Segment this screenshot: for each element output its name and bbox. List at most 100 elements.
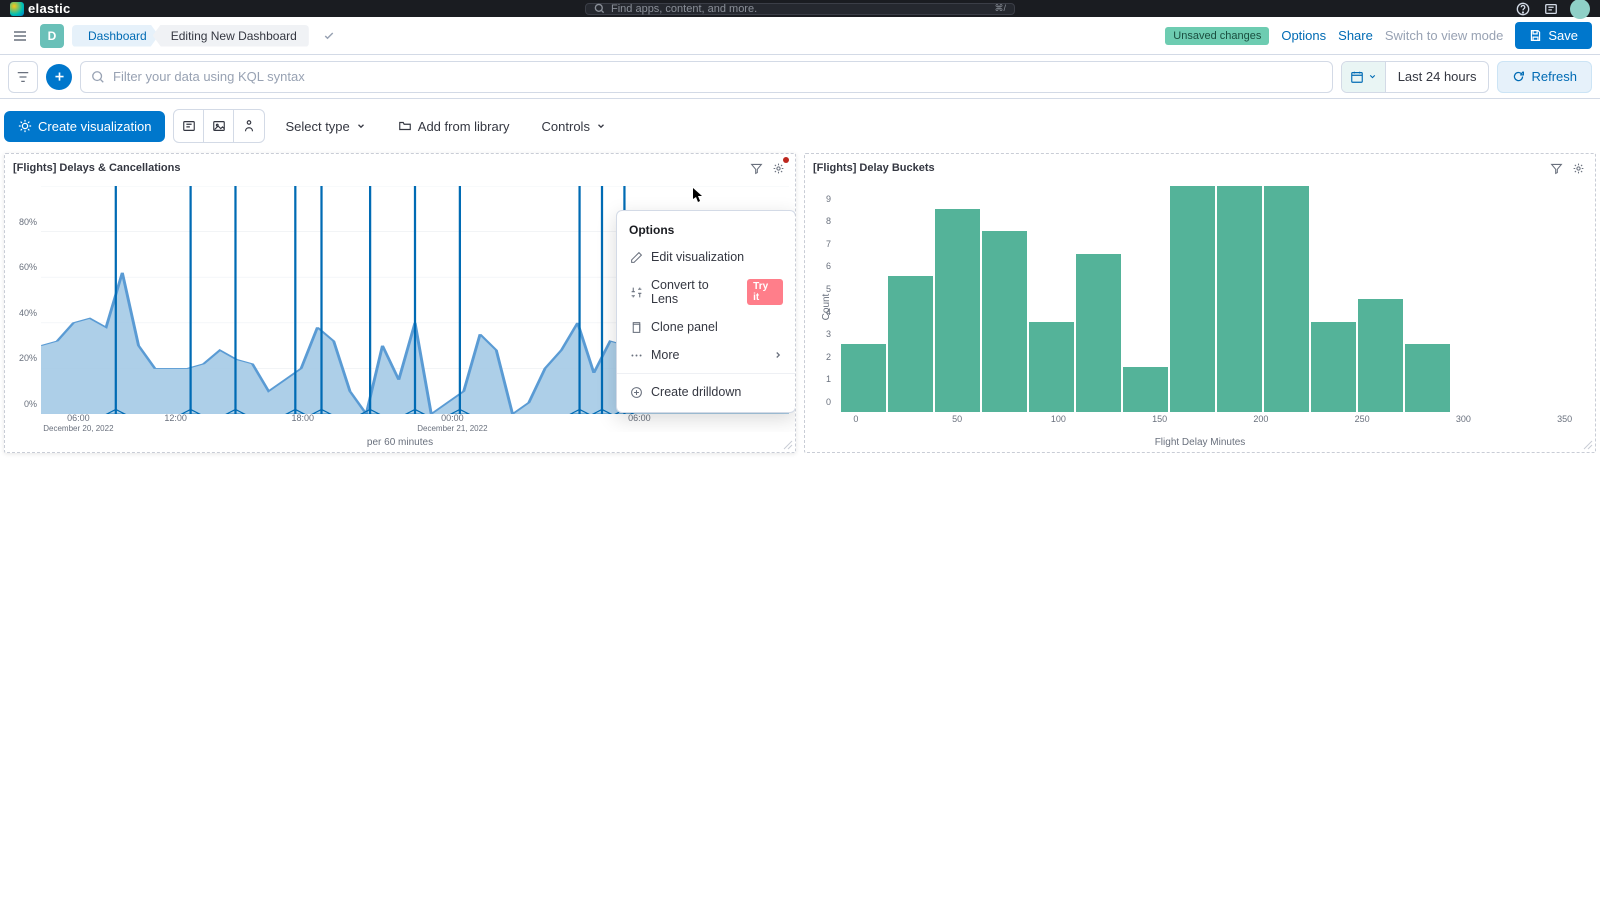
chart-bar[interactable] [1029, 322, 1074, 412]
panel-filters-icon[interactable] [1547, 159, 1565, 177]
space-selector[interactable]: D [40, 24, 64, 48]
product-logo[interactable]: elastic [10, 1, 71, 16]
chart-bar[interactable] [888, 276, 933, 412]
chart-bar[interactable] [1358, 299, 1403, 412]
chart-y-axis: 012345678910 [805, 186, 833, 412]
panel-footer-label: per 60 minutes [5, 432, 795, 452]
menu-convert-label: Convert to Lens [651, 278, 739, 306]
search-icon [91, 70, 105, 84]
y-tick-label: 8 [826, 216, 831, 226]
panel-filters-icon[interactable] [747, 159, 765, 177]
notification-dot-icon [783, 157, 789, 163]
refresh-button[interactable]: Refresh [1497, 61, 1592, 93]
chart-bar[interactable] [841, 344, 886, 412]
menu-edit-visualization[interactable]: Edit visualization [617, 243, 795, 271]
global-search-placeholder: Find apps, content, and more. [611, 3, 757, 15]
x-tick-label: 150 [1152, 414, 1167, 424]
date-quick-select[interactable] [1342, 62, 1386, 92]
chart-bar[interactable] [1264, 186, 1309, 412]
chevron-down-icon [356, 121, 366, 131]
chart-bar[interactable] [1123, 367, 1168, 412]
save-button[interactable]: Save [1515, 22, 1592, 49]
breadcrumbs: Dashboard Editing New Dashboard [72, 25, 309, 47]
x-tick-label: 18:00 [292, 414, 315, 424]
save-label: Save [1548, 28, 1578, 43]
select-type-button[interactable]: Select type [273, 110, 377, 142]
y-tick-label: 40% [19, 308, 37, 318]
panel-resize-handle[interactable] [1583, 440, 1593, 450]
chart-bar[interactable] [1217, 186, 1262, 412]
lens-convert-icon [629, 285, 643, 299]
date-range-text[interactable]: Last 24 hours [1386, 69, 1489, 84]
panel-delays-cancellations[interactable]: [Flights] Delays & Cancellations 0% 20% 40… [4, 153, 796, 453]
chart-bar[interactable] [1405, 344, 1450, 412]
panel-options-gear-icon[interactable] [769, 159, 787, 177]
panel-chart-body: 0%20%40%60%80%100% 06:00December 20, 202… [5, 182, 795, 432]
add-ml-panel-button[interactable] [234, 110, 264, 142]
date-range-picker[interactable]: Last 24 hours [1341, 61, 1490, 93]
chart-bar[interactable] [935, 209, 980, 412]
controls-button[interactable]: Controls [530, 110, 618, 142]
kql-input-field[interactable] [113, 69, 1322, 84]
dashboard-toolbar: Create visualization Select type Add fro… [0, 99, 1600, 153]
nav-toggle-button[interactable] [8, 24, 32, 48]
newsfeed-icon[interactable] [1542, 0, 1560, 18]
chart-x-axis: 06:00December 20, 202212:0018:0000:00Dec… [41, 414, 789, 432]
bar-chart[interactable] [841, 186, 1587, 412]
add-filter-button[interactable] [46, 64, 72, 90]
kql-filter-input[interactable] [80, 61, 1333, 93]
breadcrumb-dashboard[interactable]: Dashboard [72, 25, 159, 47]
y-tick-label: 3 [826, 329, 831, 339]
x-tick-label: 06:00 [628, 414, 651, 424]
panel-title: [Flights] Delays & Cancellations [13, 162, 180, 174]
x-tick-label: 50 [952, 414, 962, 424]
add-image-panel-button[interactable] [204, 110, 234, 142]
global-header: elastic Find apps, content, and more. ⌘/ [0, 0, 1600, 17]
copy-icon [629, 320, 643, 334]
panel-header: [Flights] Delay Buckets [805, 154, 1595, 182]
options-link[interactable]: Options [1281, 28, 1326, 43]
top-actions: Unsaved changes Options Share Switch to … [1165, 22, 1592, 49]
x-tick-label: 300 [1456, 414, 1471, 424]
lens-icon [18, 119, 32, 133]
search-icon [594, 3, 605, 14]
y-tick-label: 0% [24, 399, 37, 409]
panel-options-popover: Options Edit visualization Convert to Le… [616, 210, 795, 413]
x-tick-label: 350 [1557, 414, 1572, 424]
add-from-library-label: Add from library [418, 119, 510, 134]
panel-header: [Flights] Delays & Cancellations [5, 154, 795, 182]
menu-clone-panel[interactable]: Clone panel [617, 313, 795, 341]
add-text-panel-button[interactable] [174, 110, 204, 142]
panel-options-gear-icon[interactable] [1569, 159, 1587, 177]
user-avatar[interactable] [1570, 0, 1590, 19]
menu-convert-to-lens[interactable]: Convert to Lens Try it [617, 271, 795, 313]
filter-options-button[interactable] [8, 61, 38, 93]
y-tick-label: 20% [19, 353, 37, 363]
chart-bar[interactable] [1076, 254, 1121, 412]
help-icon[interactable] [1514, 0, 1532, 18]
product-name: elastic [28, 1, 71, 16]
x-tick-label: 06:00December 20, 2022 [43, 414, 113, 432]
create-visualization-button[interactable]: Create visualization [4, 111, 165, 142]
chart-bar[interactable] [1170, 186, 1215, 412]
share-link[interactable]: Share [1338, 28, 1373, 43]
add-from-library-button[interactable]: Add from library [386, 110, 522, 142]
plus-circle-icon [629, 385, 643, 399]
panel-title: [Flights] Delay Buckets [813, 162, 935, 174]
chart-bar[interactable] [1311, 322, 1356, 412]
panel-delay-buckets[interactable]: [Flights] Delay Buckets Count 0123456789… [804, 153, 1596, 453]
menu-more[interactable]: More [617, 341, 795, 369]
folder-icon [398, 119, 412, 133]
chart-bar[interactable] [982, 231, 1027, 412]
panel-resize-handle[interactable] [783, 440, 793, 450]
menu-create-drilldown[interactable]: Create drilldown [617, 378, 795, 406]
popover-title: Options [617, 215, 795, 243]
global-search-input[interactable]: Find apps, content, and more. ⌘/ [585, 3, 1015, 15]
try-it-badge: Try it [747, 279, 783, 305]
y-tick-label: 5 [826, 284, 831, 294]
switch-view-mode[interactable]: Switch to view mode [1385, 28, 1504, 43]
select-type-label: Select type [285, 119, 349, 134]
y-tick-label: 7 [826, 239, 831, 249]
y-tick-label: 9 [826, 194, 831, 204]
chevron-down-icon [1368, 72, 1377, 81]
